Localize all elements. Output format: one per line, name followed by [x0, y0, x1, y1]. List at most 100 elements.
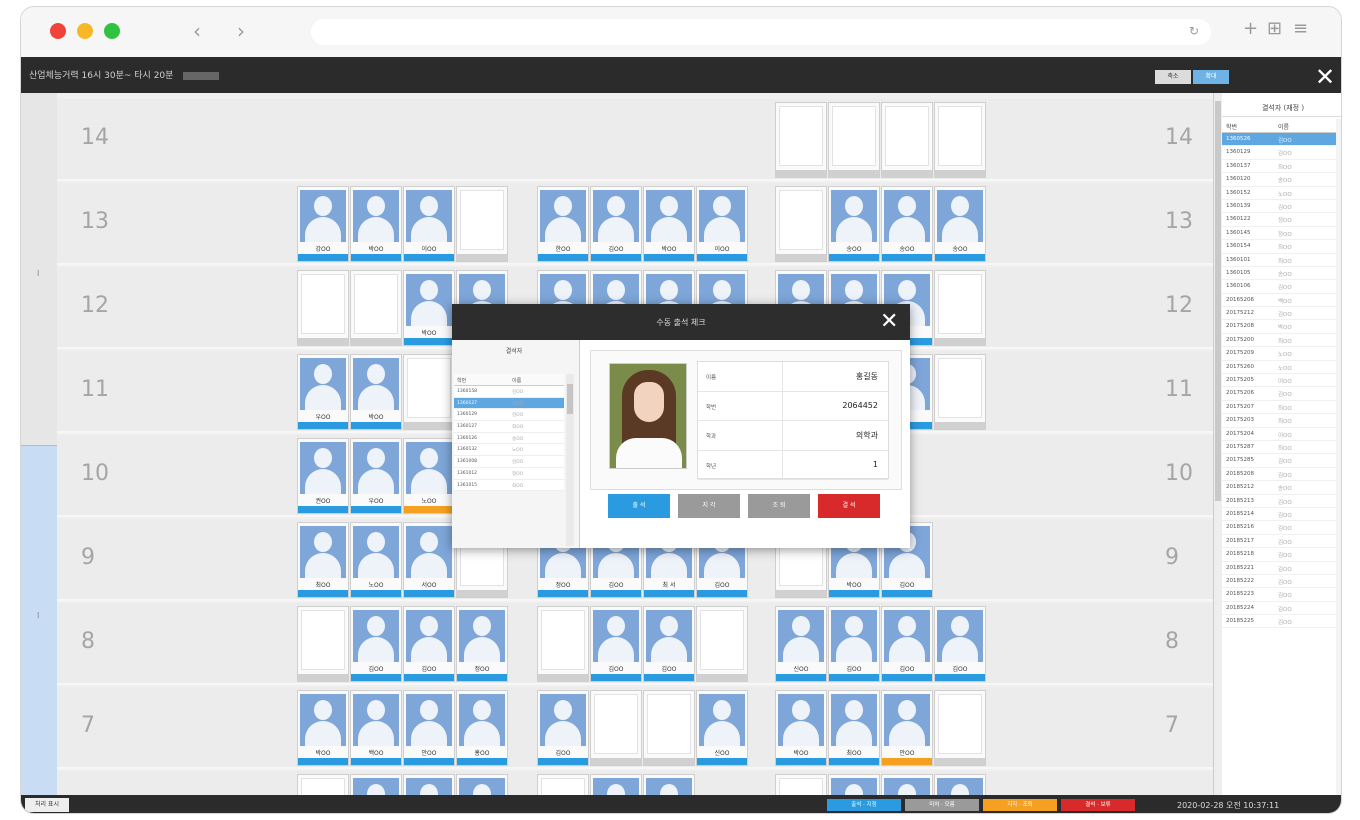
seat[interactable]	[643, 774, 695, 795]
list-item[interactable]: 20185225 김OO	[1222, 615, 1336, 629]
list-item[interactable]: 1360129 김OO	[454, 409, 564, 422]
seat[interactable]: 박OO	[350, 354, 402, 430]
seat[interactable]: 송OO	[934, 186, 986, 262]
list-item[interactable]: 20175287 최OO	[1222, 441, 1336, 455]
seat[interactable]: 송OO	[881, 186, 933, 262]
seat[interactable]: 권OO	[297, 438, 349, 514]
list-item[interactable]: 1360129 김OO	[1222, 146, 1336, 160]
list-item[interactable]: 1361008 김OO	[454, 456, 564, 468]
seat[interactable]: 노OO	[403, 438, 455, 514]
seat[interactable]	[934, 774, 986, 795]
close-window-button[interactable]	[50, 23, 66, 39]
empty-seat[interactable]	[297, 606, 349, 682]
list-item[interactable]: 1360101 최OO	[1222, 254, 1336, 267]
list-item[interactable]: 1360526 김OO	[1222, 133, 1336, 147]
late-button[interactable]: 지 각	[678, 494, 740, 518]
early-leave-button[interactable]: 조 퇴	[748, 494, 810, 518]
list-item[interactable]: 20185224 김OO	[1222, 602, 1336, 616]
list-item[interactable]: 20175203 최OO	[1222, 414, 1336, 428]
seat[interactable]: 한OO	[537, 186, 589, 262]
empty-seat[interactable]	[350, 270, 402, 346]
seat[interactable]: 김OO	[590, 606, 642, 682]
list-item[interactable]: 20185218 김OO	[1222, 548, 1336, 562]
list-item[interactable]: 20175204 이OO	[1222, 428, 1336, 441]
list-item[interactable]: 20185214 김OO	[1222, 508, 1336, 522]
empty-seat[interactable]	[537, 606, 589, 682]
reload-icon[interactable]: ↻	[1189, 24, 1199, 38]
list-item[interactable]: 1360132 노OO	[454, 444, 564, 457]
list-item[interactable]: 1360145 정OO	[1222, 227, 1336, 241]
seat[interactable]: 정OO	[456, 606, 508, 682]
seat[interactable]: 최OO	[297, 522, 349, 598]
list-item[interactable]: 20175209 노OO	[1222, 347, 1336, 361]
empty-seat[interactable]	[934, 270, 986, 346]
empty-seat[interactable]	[934, 354, 986, 430]
empty-seat[interactable]	[537, 774, 589, 795]
seat[interactable]: 김OO	[350, 606, 402, 682]
seat[interactable]: 김OO	[828, 606, 880, 682]
empty-seat[interactable]	[297, 774, 349, 795]
scroll-thumb[interactable]	[567, 384, 573, 414]
list-item[interactable]: 1360122 정OO	[1222, 213, 1336, 227]
list-item[interactable]: 20175207 최OO	[1222, 401, 1336, 415]
seat[interactable]: 안OO	[881, 690, 933, 766]
left-scroll-strip[interactable]: I I	[21, 93, 57, 795]
empty-seat[interactable]	[590, 690, 642, 766]
seat[interactable]	[350, 774, 402, 795]
empty-seat[interactable]	[297, 270, 349, 346]
empty-seat[interactable]	[881, 102, 933, 178]
seat[interactable]: 김OO	[934, 606, 986, 682]
seat[interactable]: 박OO	[643, 186, 695, 262]
list-item[interactable]: 1360105 송OO	[1222, 267, 1336, 281]
seat[interactable]: 강OO	[297, 186, 349, 262]
absent-button[interactable]: 결 석	[818, 494, 880, 518]
list-item[interactable]: 1360154 최OO	[1222, 240, 1336, 254]
seat[interactable]	[590, 774, 642, 795]
new-tab-icon[interactable]: +	[1243, 18, 1258, 39]
seat[interactable]: 김OO	[643, 606, 695, 682]
expand-button[interactable]: 확대	[1193, 70, 1229, 84]
panel-scrollbar[interactable]	[1214, 93, 1222, 795]
list-item[interactable]: 1360126 송OO	[454, 433, 564, 445]
list-item[interactable]: 20175200 최OO	[1222, 334, 1336, 348]
list-item[interactable]: 1360120 송OO	[1222, 173, 1336, 187]
address-bar[interactable]: ↻	[311, 19, 1211, 45]
seat[interactable]: 박OO	[403, 270, 455, 346]
list-scrollbar[interactable]	[1336, 119, 1341, 795]
list-item[interactable]: 20185222 김OO	[1222, 575, 1336, 589]
list-item[interactable]: 1361012 정OO	[454, 468, 564, 480]
seat[interactable]	[456, 774, 508, 795]
close-icon[interactable]: ✕	[1315, 63, 1335, 91]
seat[interactable]: 박OO	[775, 690, 827, 766]
empty-seat[interactable]	[775, 774, 827, 795]
seat[interactable]	[881, 774, 933, 795]
back-icon[interactable]: ‹	[193, 19, 201, 43]
display-toggle-button[interactable]: 처리 표시	[25, 798, 69, 812]
seat[interactable]: 서OO	[403, 522, 455, 598]
list-item[interactable]: 20185212 송OO	[1222, 481, 1336, 495]
seat[interactable]: 박OO	[350, 186, 402, 262]
seat[interactable]: 우OO	[297, 354, 349, 430]
minimize-window-button[interactable]	[77, 23, 93, 39]
seat[interactable]: 김OO	[590, 186, 642, 262]
list-item[interactable]: 1360152 노OO	[1222, 187, 1336, 200]
seat[interactable]: 우OO	[350, 438, 402, 514]
list-item[interactable]: 20185208 김OO	[1222, 468, 1336, 482]
list-item[interactable]: 20165206 백OO	[1222, 294, 1336, 308]
menu-icon[interactable]: ≡	[1293, 18, 1308, 39]
list-item[interactable]: 20175260 노OO	[1222, 361, 1336, 375]
seat[interactable]: 홍OO	[456, 690, 508, 766]
seat[interactable]: 김OO	[403, 606, 455, 682]
seat[interactable]: 노OO	[350, 522, 402, 598]
list-item[interactable]: 1360139 김OO	[1222, 200, 1336, 214]
empty-seat[interactable]	[403, 354, 455, 430]
forward-icon[interactable]: ›	[237, 19, 245, 43]
list-item[interactable]: 20185223 김OO	[1222, 588, 1336, 602]
list-item[interactable]: 20185217 김OO	[1222, 535, 1336, 549]
seat[interactable]: 백OO	[350, 690, 402, 766]
list-item[interactable]: 20185213 김OO	[1222, 495, 1336, 508]
list-item[interactable]: 1360127 최OO	[454, 397, 564, 410]
list-item[interactable]: 1360137 최OO	[1222, 160, 1336, 174]
empty-seat[interactable]	[696, 606, 748, 682]
list-item[interactable]: 20175208 박OO	[1222, 320, 1336, 334]
